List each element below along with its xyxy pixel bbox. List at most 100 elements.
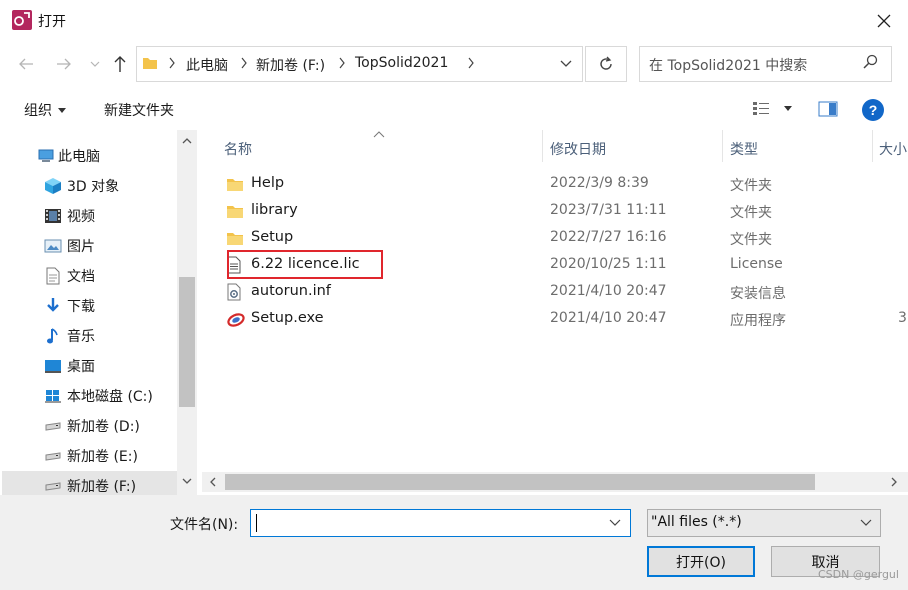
nav-label: 下载	[67, 299, 95, 315]
close-button[interactable]	[866, 8, 902, 34]
file-row[interactable]: Help 2022/3/9 8:39 文件夹	[222, 171, 902, 198]
column-header-type[interactable]: 类型	[730, 139, 758, 159]
caret-down-icon	[784, 105, 792, 111]
nav-item-desktop[interactable]: 桌面	[2, 351, 178, 381]
nav-label: 本地磁盘 (C:)	[67, 389, 153, 405]
column-divider[interactable]	[542, 130, 543, 162]
chevron-up-icon	[182, 138, 192, 144]
breadcrumb-topsolid[interactable]: TopSolid2021	[355, 55, 448, 71]
filename-input[interactable]	[250, 509, 631, 537]
new-folder-button[interactable]: 新建文件夹	[104, 100, 174, 120]
scroll-right-button[interactable]	[887, 474, 901, 490]
file-date: 2022/3/9 8:39	[550, 175, 649, 191]
breadcrumb-drive-f[interactable]: 新加卷 (F:)	[256, 55, 325, 75]
close-icon	[877, 14, 891, 28]
nav-label: 3D 对象	[67, 179, 120, 195]
file-date: 2020/10/25 1:11	[550, 256, 667, 272]
caret-down-icon	[58, 107, 66, 113]
nav-item-downloads[interactable]: 下载	[2, 291, 178, 321]
nav-label: 此电脑	[58, 149, 100, 165]
arrow-right-icon	[57, 58, 71, 70]
chevron-down-icon[interactable]	[860, 514, 872, 532]
file-date: 2021/4/10 20:47	[550, 283, 667, 299]
arrow-up-icon	[114, 56, 126, 72]
folder-icon	[226, 202, 244, 220]
preview-pane-button[interactable]	[818, 100, 838, 118]
highlight-annotation	[227, 250, 383, 279]
file-date: 2021/4/10 20:47	[550, 310, 667, 326]
organize-label: 组织	[24, 103, 52, 119]
chevron-right-icon	[468, 57, 474, 69]
nav-scrollbar-thumb[interactable]	[179, 277, 195, 407]
file-row[interactable]: autorun.inf 2021/4/10 20:47 安装信息	[222, 279, 902, 306]
nav-item-music[interactable]: 音乐	[2, 321, 178, 351]
scroll-up-button[interactable]	[179, 133, 195, 149]
chevron-right-icon	[339, 57, 345, 69]
change-view-button[interactable]	[752, 100, 792, 116]
nav-item-videos[interactable]: 视频	[2, 201, 178, 231]
nav-label: 新加卷 (D:)	[67, 419, 140, 435]
open-button[interactable]: 打开(O)	[647, 546, 755, 577]
nav-label: 图片	[67, 239, 95, 255]
title-bar	[0, 0, 908, 42]
column-divider[interactable]	[872, 130, 873, 162]
back-button[interactable]	[12, 50, 40, 78]
refresh-button[interactable]	[585, 46, 627, 82]
preview-pane-icon	[818, 101, 838, 117]
breadcrumb-this-pc[interactable]: 此电脑	[186, 55, 228, 75]
download-icon	[43, 296, 63, 316]
recent-locations-button[interactable]	[86, 50, 104, 78]
file-row[interactable]: Setup.exe 2021/4/10 20:47 应用程序 3	[222, 306, 907, 333]
documents-icon	[43, 266, 63, 286]
nav-item-pictures[interactable]: 图片	[2, 231, 178, 261]
arrow-left-icon	[19, 58, 33, 70]
column-header-size[interactable]: 大小	[879, 139, 908, 159]
text-caret	[256, 514, 257, 532]
drive-icon	[43, 416, 63, 436]
nav-label: 视频	[67, 209, 95, 225]
file-type: 文件夹	[730, 232, 772, 248]
address-dropdown-button[interactable]	[553, 50, 579, 78]
3d-objects-icon	[43, 176, 63, 196]
navigation-pane: 此电脑 3D 对象 视频 图片 文档 下载 音乐 桌面 本地磁盘 (C:) 新加…	[2, 130, 198, 495]
file-name: autorun.inf	[251, 283, 331, 299]
file-row[interactable]: Setup 2022/7/27 16:16 文件夹	[222, 225, 902, 252]
nav-item-3d-objects[interactable]: 3D 对象	[2, 171, 178, 201]
nav-item-drive-c[interactable]: 本地磁盘 (C:)	[2, 381, 178, 411]
file-type: 应用程序	[730, 313, 786, 329]
file-type: License	[730, 256, 783, 272]
file-name: Help	[251, 175, 285, 191]
window-title: 打开	[38, 14, 66, 30]
file-date: 2022/7/27 16:16	[550, 229, 667, 245]
sort-ascending-icon	[373, 131, 385, 138]
nav-item-this-pc[interactable]: 此电脑	[2, 141, 178, 171]
chevron-down-icon	[90, 61, 100, 67]
file-size: 3	[898, 310, 907, 326]
horizontal-scrollbar-thumb[interactable]	[225, 474, 815, 490]
scroll-down-button[interactable]	[179, 473, 195, 489]
organize-button[interactable]: 组织	[24, 100, 66, 120]
column-divider[interactable]	[722, 130, 723, 162]
column-header-name[interactable]: 名称	[224, 139, 252, 159]
folder-icon	[142, 55, 158, 71]
search-icon[interactable]	[862, 54, 878, 70]
nav-item-documents[interactable]: 文档	[2, 261, 178, 291]
help-button[interactable]: ?	[862, 99, 884, 121]
nav-item-drive-e[interactable]: 新加卷 (E:)	[2, 441, 178, 471]
file-name: Setup	[251, 229, 294, 245]
up-button[interactable]	[106, 50, 134, 78]
folder-icon	[226, 175, 244, 193]
file-row[interactable]: library 2023/7/31 11:11 文件夹	[222, 198, 902, 225]
file-type: 文件夹	[730, 205, 772, 221]
chevron-down-icon[interactable]	[609, 514, 621, 532]
chevron-right-icon	[241, 57, 247, 69]
chevron-down-icon	[182, 478, 192, 484]
forward-button[interactable]	[50, 50, 78, 78]
column-header-modified[interactable]: 修改日期	[550, 139, 606, 159]
nav-item-drive-f[interactable]: 新加卷 (F:)	[2, 471, 178, 495]
nav-label: 新加卷 (F:)	[67, 479, 137, 495]
folder-icon	[226, 229, 244, 247]
nav-item-drive-d[interactable]: 新加卷 (D:)	[2, 411, 178, 441]
scroll-left-button[interactable]	[206, 474, 220, 490]
file-date: 2023/7/31 11:11	[550, 202, 667, 218]
